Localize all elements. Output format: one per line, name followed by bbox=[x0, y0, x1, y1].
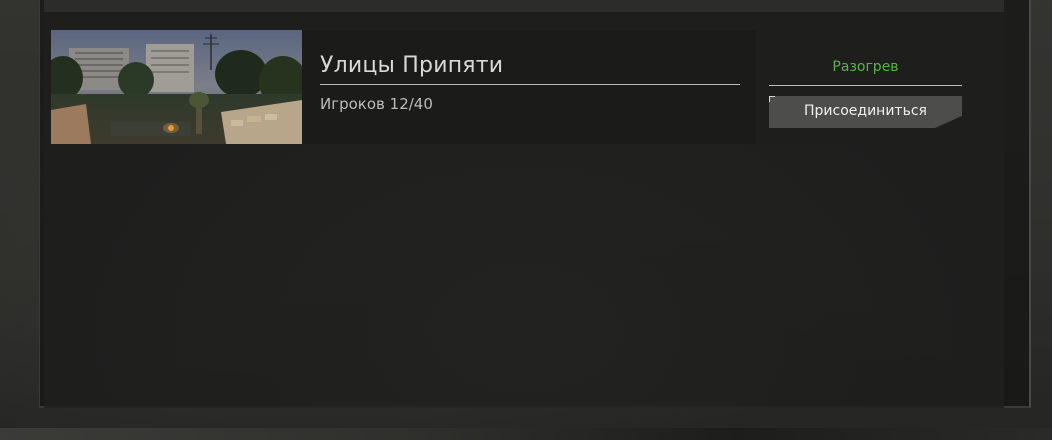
panel-header-strip bbox=[44, 0, 1004, 12]
player-count: Игроков 12/40 bbox=[320, 95, 433, 113]
button-corner-bracket bbox=[769, 96, 775, 102]
server-actions: Разогрев Присоединиться bbox=[756, 30, 973, 144]
server-card[interactable]: Улицы Припяти Игроков 12/40 Разогрев При… bbox=[51, 30, 973, 144]
join-button[interactable]: Присоединиться bbox=[769, 96, 962, 128]
screen-background: Улицы Припяти Игроков 12/40 Разогрев При… bbox=[0, 0, 1052, 440]
bottom-strip bbox=[0, 428, 1052, 440]
map-preview-image bbox=[51, 30, 302, 144]
server-name: Улицы Припяти bbox=[320, 52, 740, 85]
server-status: Разогрев bbox=[769, 56, 962, 86]
server-info: Улицы Припяти Игроков 12/40 bbox=[320, 52, 740, 113]
